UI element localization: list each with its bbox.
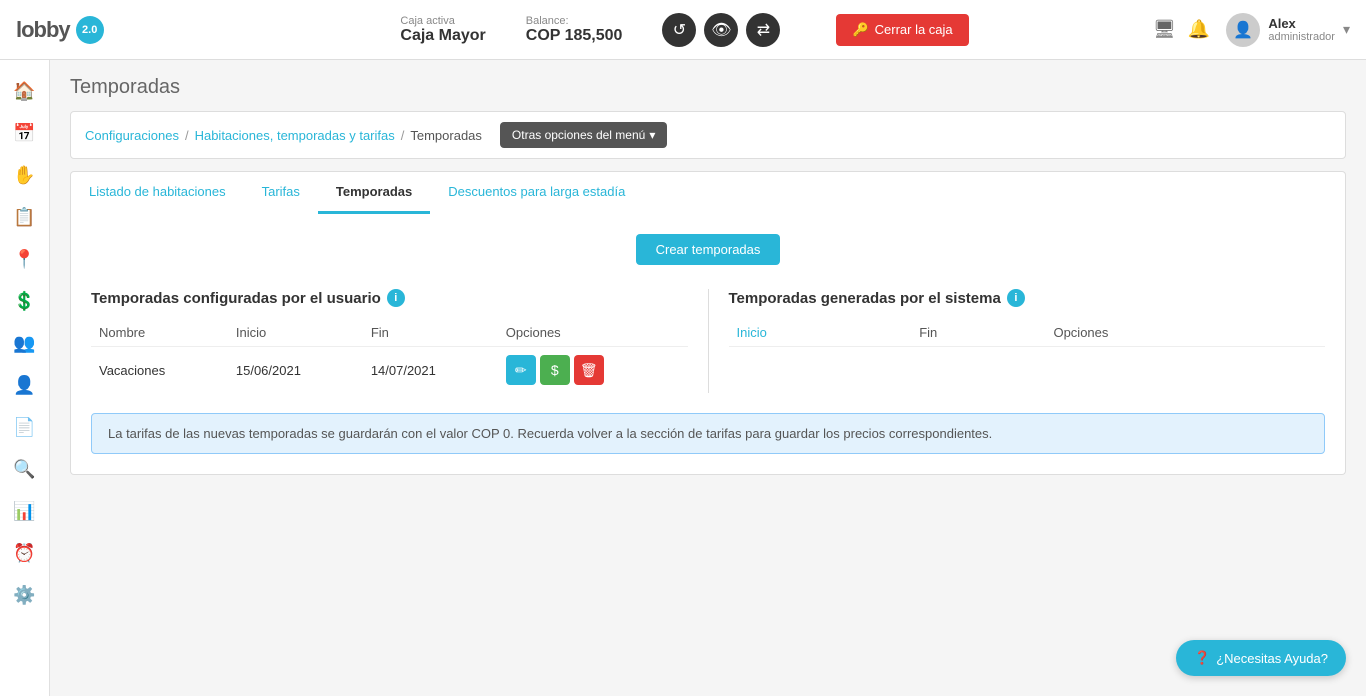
sidebar-item-calendar[interactable]: 📅: [6, 114, 44, 152]
key-icon: 🔑: [852, 22, 868, 38]
user-seasons-title: Temporadas configuradas por el usuario i: [91, 289, 688, 307]
main-layout: 🏠 📅 ✋ 📋 📍 💲 👥 👤 📄 🔍 📊 ⏰ ⚙️ Temporadas Co…: [0, 60, 1366, 696]
logo-area: lobby 2.0: [16, 16, 216, 44]
sys-col-opciones: Opciones: [1045, 319, 1325, 347]
season-opciones: ✏ $ 🗑: [498, 347, 688, 394]
header-right: 🖥 🔔 👤 Alex administrador ▾: [1153, 13, 1350, 47]
balance-info: Balance: COP 185,500: [526, 15, 623, 45]
seasons-grid: Temporadas configuradas por el usuario i…: [91, 289, 1325, 393]
tab-descuentos[interactable]: Descuentos para larga estadía: [430, 172, 643, 214]
sidebar: 🏠 📅 ✋ 📋 📍 💲 👥 👤 📄 🔍 📊 ⏰ ⚙️: [0, 60, 50, 696]
header-right-icons: 🖥 🔔: [1153, 19, 1210, 40]
system-seasons-info-icon[interactable]: i: [1007, 289, 1025, 307]
page-title: Temporadas: [70, 76, 1346, 99]
help-icon: ❓: [1194, 650, 1210, 666]
season-nombre: Vacaciones: [91, 347, 228, 394]
breadcrumb: Configuraciones / Habitaciones, temporad…: [70, 111, 1346, 159]
caja-label: Caja activa: [400, 15, 454, 27]
sidebar-item-home[interactable]: 🏠: [6, 72, 44, 110]
season-inicio: 15/06/2021: [228, 347, 363, 394]
tabs-bar: Listado de habitaciones Tarifas Temporad…: [70, 171, 1346, 214]
help-button[interactable]: ❓ ¿Necesitas Ayuda?: [1176, 640, 1346, 676]
alert-info: La tarifas de las nuevas temporadas se g…: [91, 413, 1325, 454]
tab-tarifas[interactable]: Tarifas: [244, 172, 318, 214]
sidebar-item-hand[interactable]: ✋: [6, 156, 44, 194]
delete-button[interactable]: 🗑: [574, 355, 604, 385]
sidebar-item-users[interactable]: 👥: [6, 324, 44, 362]
monitor-icon[interactable]: 🖥: [1153, 19, 1176, 40]
sidebar-item-dollar[interactable]: 💲: [6, 282, 44, 320]
system-seasons-table: Inicio Fin Opciones: [729, 319, 1326, 347]
user-seasons-info-icon[interactable]: i: [387, 289, 405, 307]
user-name: Alex: [1268, 16, 1335, 31]
sidebar-item-list[interactable]: 📋: [6, 198, 44, 236]
header-icons: ↺ 👁 ⇄: [662, 13, 780, 47]
table-row: Vacaciones 15/06/2021 14/07/2021 ✏ $ 🗑: [91, 347, 688, 394]
tab-temporadas[interactable]: Temporadas: [318, 172, 430, 214]
sidebar-item-chart[interactable]: 📊: [6, 492, 44, 530]
view-icon[interactable]: 👁: [704, 13, 738, 47]
balance-label: Balance:: [526, 15, 569, 27]
sidebar-item-search[interactable]: 🔍: [6, 450, 44, 488]
balance-value: COP 185,500: [526, 27, 623, 45]
history-icon[interactable]: ↺: [662, 13, 696, 47]
user-dropdown-icon[interactable]: ▾: [1343, 21, 1350, 38]
breadcrumb-sep-2: /: [401, 128, 405, 143]
caja-value: Caja Mayor: [400, 27, 485, 45]
user-seasons-col: Temporadas configuradas por el usuario i…: [91, 289, 688, 393]
sidebar-item-document[interactable]: 📄: [6, 408, 44, 446]
sidebar-item-location[interactable]: 📍: [6, 240, 44, 278]
user-info: Alex administrador: [1268, 16, 1335, 43]
money-button[interactable]: $: [540, 355, 570, 385]
system-seasons-title: Temporadas generadas por el sistema i: [729, 289, 1326, 307]
col-nombre: Nombre: [91, 319, 228, 347]
breadcrumb-habitaciones[interactable]: Habitaciones, temporadas y tarifas: [195, 128, 395, 143]
cerrar-caja-button[interactable]: 🔑 Cerrar la caja: [836, 14, 968, 46]
col-inicio: Inicio: [228, 319, 363, 347]
col-fin: Fin: [363, 319, 498, 347]
dropdown-icon: ▾: [649, 128, 655, 142]
user-area: 👤 Alex administrador ▾: [1226, 13, 1350, 47]
top-header: lobby 2.0 Caja activa Caja Mayor Balance…: [0, 0, 1366, 60]
bell-icon[interactable]: 🔔: [1188, 19, 1210, 40]
system-seasons-col: Temporadas generadas por el sistema i In…: [708, 289, 1326, 393]
crear-temporadas-button[interactable]: Crear temporadas: [636, 234, 781, 265]
sidebar-item-user[interactable]: 👤: [6, 366, 44, 404]
edit-button[interactable]: ✏: [506, 355, 536, 385]
user-seasons-table: Nombre Inicio Fin Opciones Vacaciones 15…: [91, 319, 688, 393]
otras-opciones-button[interactable]: Otras opciones del menú ▾: [500, 122, 667, 148]
sidebar-item-settings[interactable]: ⚙️: [6, 576, 44, 614]
header-mid: Caja activa Caja Mayor Balance: COP 185,…: [216, 13, 1153, 47]
breadcrumb-configuraciones[interactable]: Configuraciones: [85, 128, 179, 143]
tab-habitaciones[interactable]: Listado de habitaciones: [71, 172, 244, 214]
logo-text: lobby: [16, 17, 70, 43]
breadcrumb-sep-1: /: [185, 128, 189, 143]
sys-col-inicio: Inicio: [729, 319, 912, 347]
content-area: Temporadas Configuraciones / Habitacione…: [50, 60, 1366, 696]
sidebar-item-clock[interactable]: ⏰: [6, 534, 44, 572]
season-fin: 14/07/2021: [363, 347, 498, 394]
refresh-icon[interactable]: ⇄: [746, 13, 780, 47]
version-badge: 2.0: [76, 16, 104, 44]
col-opciones: Opciones: [498, 319, 688, 347]
user-role: administrador: [1268, 31, 1335, 43]
caja-info: Caja activa Caja Mayor: [400, 15, 485, 45]
tab-content: Crear temporadas Temporadas configuradas…: [70, 214, 1346, 475]
sys-col-fin: Fin: [911, 319, 1045, 347]
breadcrumb-temporadas: Temporadas: [410, 128, 482, 143]
avatar: 👤: [1226, 13, 1260, 47]
